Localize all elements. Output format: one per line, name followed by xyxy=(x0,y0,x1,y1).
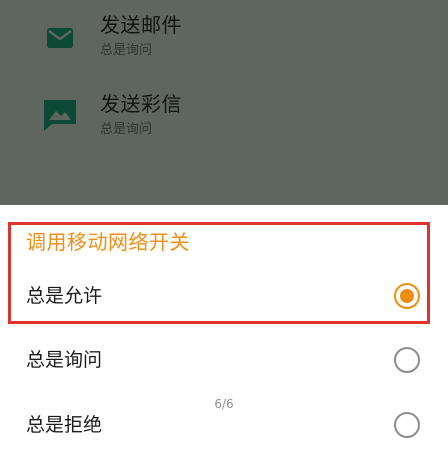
radio-always-ask[interactable] xyxy=(394,347,420,373)
permission-row-send-mms[interactable]: 发送彩信 总是询问 xyxy=(0,80,448,160)
permission-status: 总是询问 xyxy=(100,43,153,58)
permission-title: 发送彩信 xyxy=(100,92,182,116)
background-permission-list: 发送邮件 总是询问 发送彩信 总是询问 xyxy=(0,0,448,205)
permission-title: 发送邮件 xyxy=(100,13,182,37)
radio-selected-dot xyxy=(400,289,414,303)
option-always-ask[interactable]: 总是询问 xyxy=(26,348,102,372)
mail-icon xyxy=(47,28,73,48)
option-always-allow[interactable]: 总是允许 xyxy=(26,284,102,308)
option-always-deny[interactable]: 总是拒绝 xyxy=(26,413,102,437)
sheet-title: 调用移动网络开关 xyxy=(26,230,190,254)
permission-status: 总是询问 xyxy=(100,122,153,137)
permission-choice-sheet: 调用移动网络开关 总是允许 总是询问 6/6 总是拒绝 xyxy=(0,205,448,456)
radio-always-deny[interactable] xyxy=(394,412,420,438)
page-indicator: 6/6 xyxy=(214,397,234,411)
mms-image-icon xyxy=(44,100,76,131)
permission-row-send-email[interactable]: 发送邮件 总是询问 xyxy=(0,0,448,80)
radio-always-allow[interactable] xyxy=(394,283,420,309)
